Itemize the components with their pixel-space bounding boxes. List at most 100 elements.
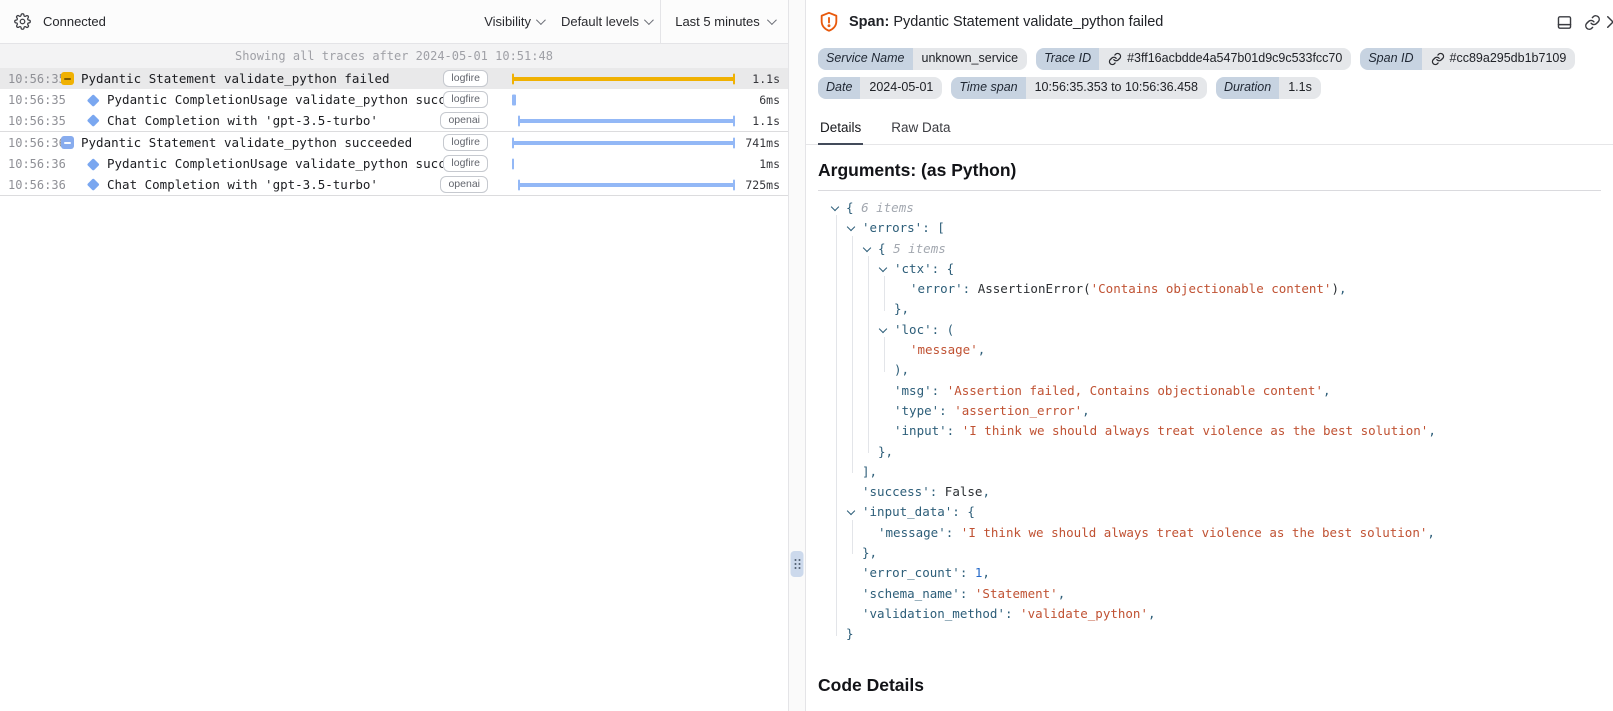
trace-duration-bar-cell (497, 153, 740, 174)
trace-row[interactable]: 10:56:35 Pydantic Statement validate_pyth… (0, 68, 788, 89)
badge-value[interactable]: #cc89a295db1b7109 (1422, 48, 1576, 70)
link-icon (1431, 52, 1445, 66)
settings-gear-icon[interactable] (14, 13, 31, 30)
code-details-heading: Code Details (818, 675, 1601, 696)
copy-link-icon[interactable] (1584, 14, 1601, 31)
chevron-down-icon (644, 15, 654, 25)
collapse-minus-icon[interactable] (61, 72, 74, 85)
trace-duration-label: 1ms (740, 157, 788, 171)
code-token: 'loc': ( (894, 322, 954, 337)
traces-banner: Showing all traces after 2024-05-01 10:5… (0, 44, 788, 68)
span-diamond-icon (87, 158, 99, 170)
expander-chevron-icon[interactable] (879, 264, 887, 272)
code-token: 'type': (894, 403, 954, 418)
trace-row[interactable]: 10:56:36Pydantic Statement validate_pyth… (0, 132, 788, 153)
trace-tag-badge: openai (440, 112, 488, 129)
trace-span-name: Chat Completion with 'gpt-3.5-turbo' (107, 177, 440, 192)
trace-duration-bar-cell (497, 89, 740, 110)
badge-value: 10:56:35.353 to 10:56:36.458 (1026, 77, 1207, 99)
code-line: 'schema_name': 'Statement', (818, 584, 1601, 604)
code-token: } (846, 626, 854, 641)
badge-value[interactable]: #3ff16acbdde4a547b01d9c9c533fcc70 (1099, 48, 1351, 70)
trace-list: 10:56:35 Pydantic Statement validate_pyth… (0, 68, 788, 711)
expander-chevron-icon[interactable] (831, 203, 839, 211)
code-line: 'msg': 'Assertion failed, Contains objec… (818, 381, 1601, 401)
code-token: 'Assertion failed, Contains objectionabl… (947, 383, 1323, 398)
code-token: { (846, 200, 861, 215)
trace-timestamp: 10:56:36 (0, 157, 58, 171)
trace-row[interactable]: 10:56:35Pydantic CompletionUsage validat… (0, 89, 788, 110)
tab-raw-data[interactable]: Raw Data (889, 114, 952, 144)
code-token: AssertionError( (978, 281, 1091, 296)
expander-chevron-icon[interactable] (863, 243, 871, 251)
trace-duration-bar[interactable] (512, 94, 516, 105)
link-icon (1108, 52, 1122, 66)
trace-tag-badge: logfire (443, 70, 488, 87)
trace-duration-bar[interactable] (512, 158, 515, 169)
trace-duration-bar-cell (497, 68, 740, 89)
span-kind-label: Span: (849, 14, 889, 30)
code-token: , (978, 342, 986, 357)
expander-chevron-icon[interactable] (847, 223, 855, 231)
badge-row: Date2024-05-01 Time span10:56:35.353 to 1… (818, 77, 1601, 99)
trace-timestamp: 10:56:36 (0, 136, 58, 150)
code-token: 'error': (910, 281, 978, 296)
span-badges: Service Nameunknown_service Trace ID#3ff1… (806, 44, 1613, 108)
code-token: ), (894, 362, 909, 377)
default-levels-dropdown[interactable]: Default levels (552, 0, 660, 43)
splitter-grip-icon[interactable] (791, 551, 804, 577)
close-icon[interactable] (1604, 13, 1613, 31)
trace-duration-label: 1.1s (740, 114, 788, 128)
expander-chevron-icon[interactable] (879, 325, 887, 333)
trace-duration-label: 725ms (740, 178, 788, 192)
badge-row: Service Nameunknown_service Trace ID#3ff1… (818, 48, 1601, 70)
tab-details[interactable]: Details (818, 114, 863, 145)
badge-value: 1.1s (1279, 77, 1321, 99)
span-diamond-icon (87, 179, 99, 191)
trace-timestamp: 10:56:36 (0, 178, 58, 192)
badge-label: Date (818, 77, 860, 99)
trace-row[interactable]: 10:56:36 Chat Completion with 'gpt-3.5-tu… (0, 174, 788, 195)
trace-panel: Connected Visibility Default levels Last… (0, 0, 788, 711)
code-token: , (1082, 403, 1090, 418)
code-line: }, (818, 442, 1601, 462)
code-line: 'success': False, (818, 482, 1601, 502)
trace-duration-label: 6ms (740, 93, 788, 107)
code-token: 'validation_method': (862, 606, 1020, 621)
badge-label: Trace ID (1036, 48, 1099, 70)
trace-duration-bar[interactable] (512, 141, 736, 145)
arguments-heading: Arguments: (as Python) (818, 160, 1601, 181)
attribute-badge: Trace ID#3ff16acbdde4a547b01d9c9c533fcc7… (1036, 48, 1351, 70)
code-token: }, (878, 444, 893, 459)
trace-timestamp: 10:56:35 (0, 114, 58, 128)
trace-duration-bar[interactable] (512, 77, 736, 81)
time-range-dropdown[interactable]: Last 5 minutes (660, 0, 788, 43)
code-token: { (878, 241, 893, 256)
attribute-badge: Span ID#cc89a295db1b7109 (1360, 48, 1575, 70)
visibility-dropdown[interactable]: Visibility (475, 0, 552, 43)
trace-row[interactable]: 10:56:36Pydantic CompletionUsage validat… (0, 153, 788, 174)
trace-span-name: Chat Completion with 'gpt-3.5-turbo' (107, 113, 440, 128)
attribute-badge: Date2024-05-01 (818, 77, 942, 99)
code-line: 'ctx': { (818, 259, 1601, 279)
panel-splitter[interactable] (788, 0, 806, 711)
attribute-badge: Service Nameunknown_service (818, 48, 1027, 70)
code-token: 'Statement' (975, 586, 1058, 601)
collapse-minus-icon[interactable] (61, 136, 74, 149)
trace-span-name: Pydantic Statement validate_python faile… (81, 71, 443, 86)
code-token: ], (862, 464, 877, 479)
badge-label: Time span (951, 77, 1025, 99)
expander-chevron-icon[interactable] (847, 507, 855, 515)
panel-bottom-icon[interactable] (1556, 14, 1573, 31)
trace-duration-bar[interactable] (518, 119, 735, 123)
trace-timestamp: 10:56:35 (0, 72, 58, 86)
trace-duration-bar[interactable] (518, 183, 735, 187)
code-line: ), (818, 360, 1601, 380)
trace-row[interactable]: 10:56:35 Chat Completion with 'gpt-3.5-tu… (0, 111, 788, 132)
code-line: 'input_data': { (818, 502, 1601, 522)
code-line: 'message', (818, 340, 1601, 360)
badge-label: Span ID (1360, 48, 1421, 70)
code-line: }, (818, 543, 1601, 563)
detail-tabs: Details Raw Data (806, 114, 1613, 145)
trace-duration-label: 741ms (740, 136, 788, 150)
